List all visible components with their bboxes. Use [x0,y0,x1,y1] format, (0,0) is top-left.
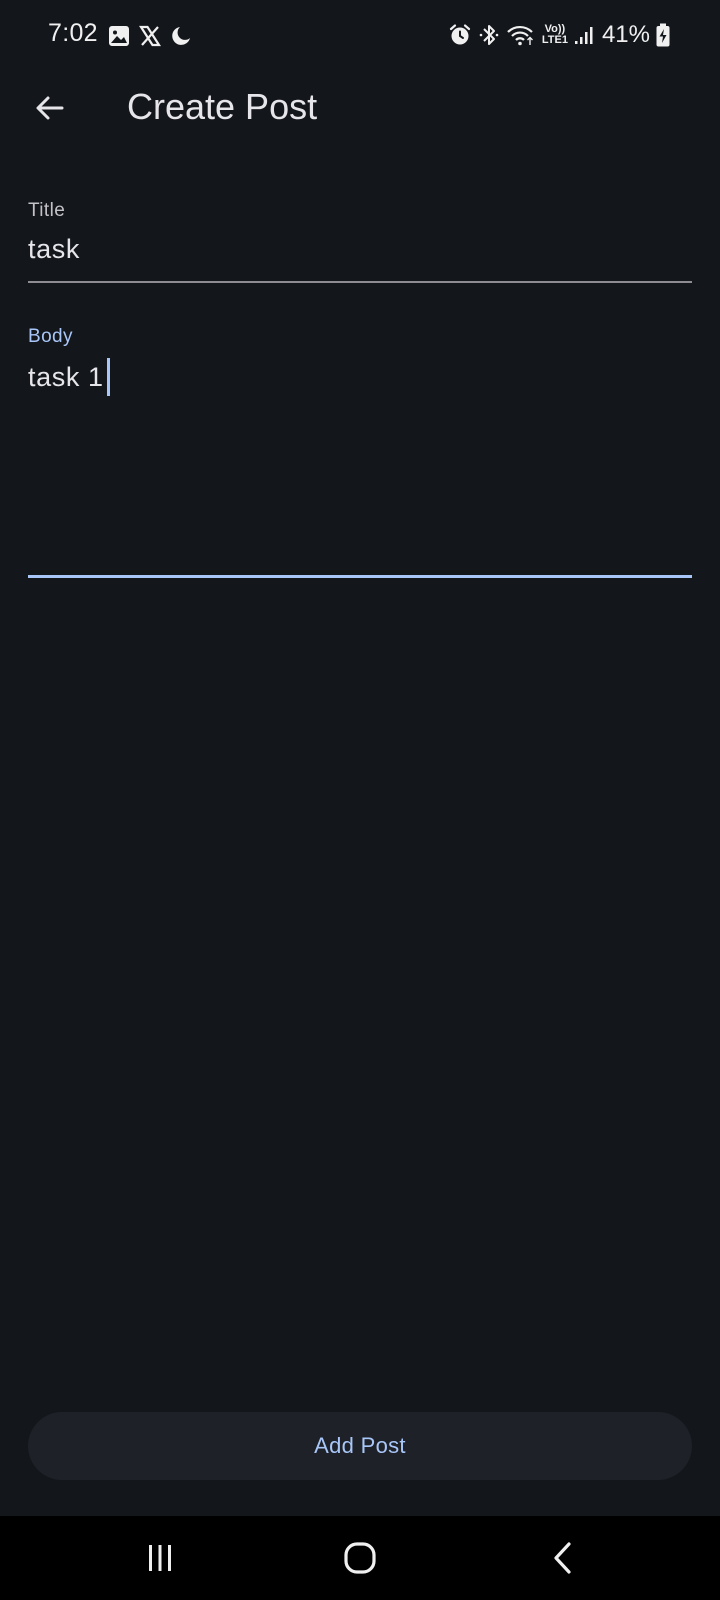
text-cursor [106,358,110,396]
add-post-button[interactable]: Add Post [28,1412,692,1480]
battery-charging-icon [656,23,670,47]
volte-bottom-label: LTE1 [541,34,568,46]
back-button[interactable] [24,82,76,134]
title-field-label: Title [28,200,66,221]
body-field-value[interactable]: task 1 [28,362,104,393]
create-post-screen: 7:02 Vo)) LTE1 41% Create Post Title tas… [0,0,720,1600]
title-field-underline [28,281,692,283]
recents-button[interactable] [100,1516,220,1600]
gallery-icon [108,25,130,47]
title-field-value[interactable]: task [28,234,80,265]
do-not-disturb-icon [170,25,192,47]
signal-icon [574,24,596,46]
volte-icon: Vo)) LTE1 [542,24,568,46]
home-button[interactable] [300,1516,420,1600]
status-bar: 7:02 Vo)) LTE1 41% [0,0,720,72]
system-back-button[interactable] [503,1516,623,1600]
app-bar: Create Post [0,72,720,148]
system-status-icons: Vo)) LTE1 41% [448,20,670,50]
x-logo-icon [139,25,161,47]
body-field-input[interactable]: task 1 [28,358,110,396]
title-field[interactable]: Title task [28,196,692,284]
battery-percent: 41% [601,21,650,48]
home-icon [344,1542,376,1574]
body-field-label: Body [28,326,73,347]
body-field-underline [28,575,692,578]
status-time: 7:02 [48,19,98,47]
arrow-back-icon [36,96,64,120]
bluetooth-icon [478,22,500,48]
wifi-icon [506,23,536,47]
body-field[interactable]: Body task 1 [28,322,692,580]
recents-icon [149,1545,171,1571]
alarm-icon [448,23,472,47]
page-title: Create Post [127,86,318,127]
nav-back-icon [554,1542,571,1574]
navigation-bar [0,1516,720,1600]
notification-icons [108,24,192,48]
